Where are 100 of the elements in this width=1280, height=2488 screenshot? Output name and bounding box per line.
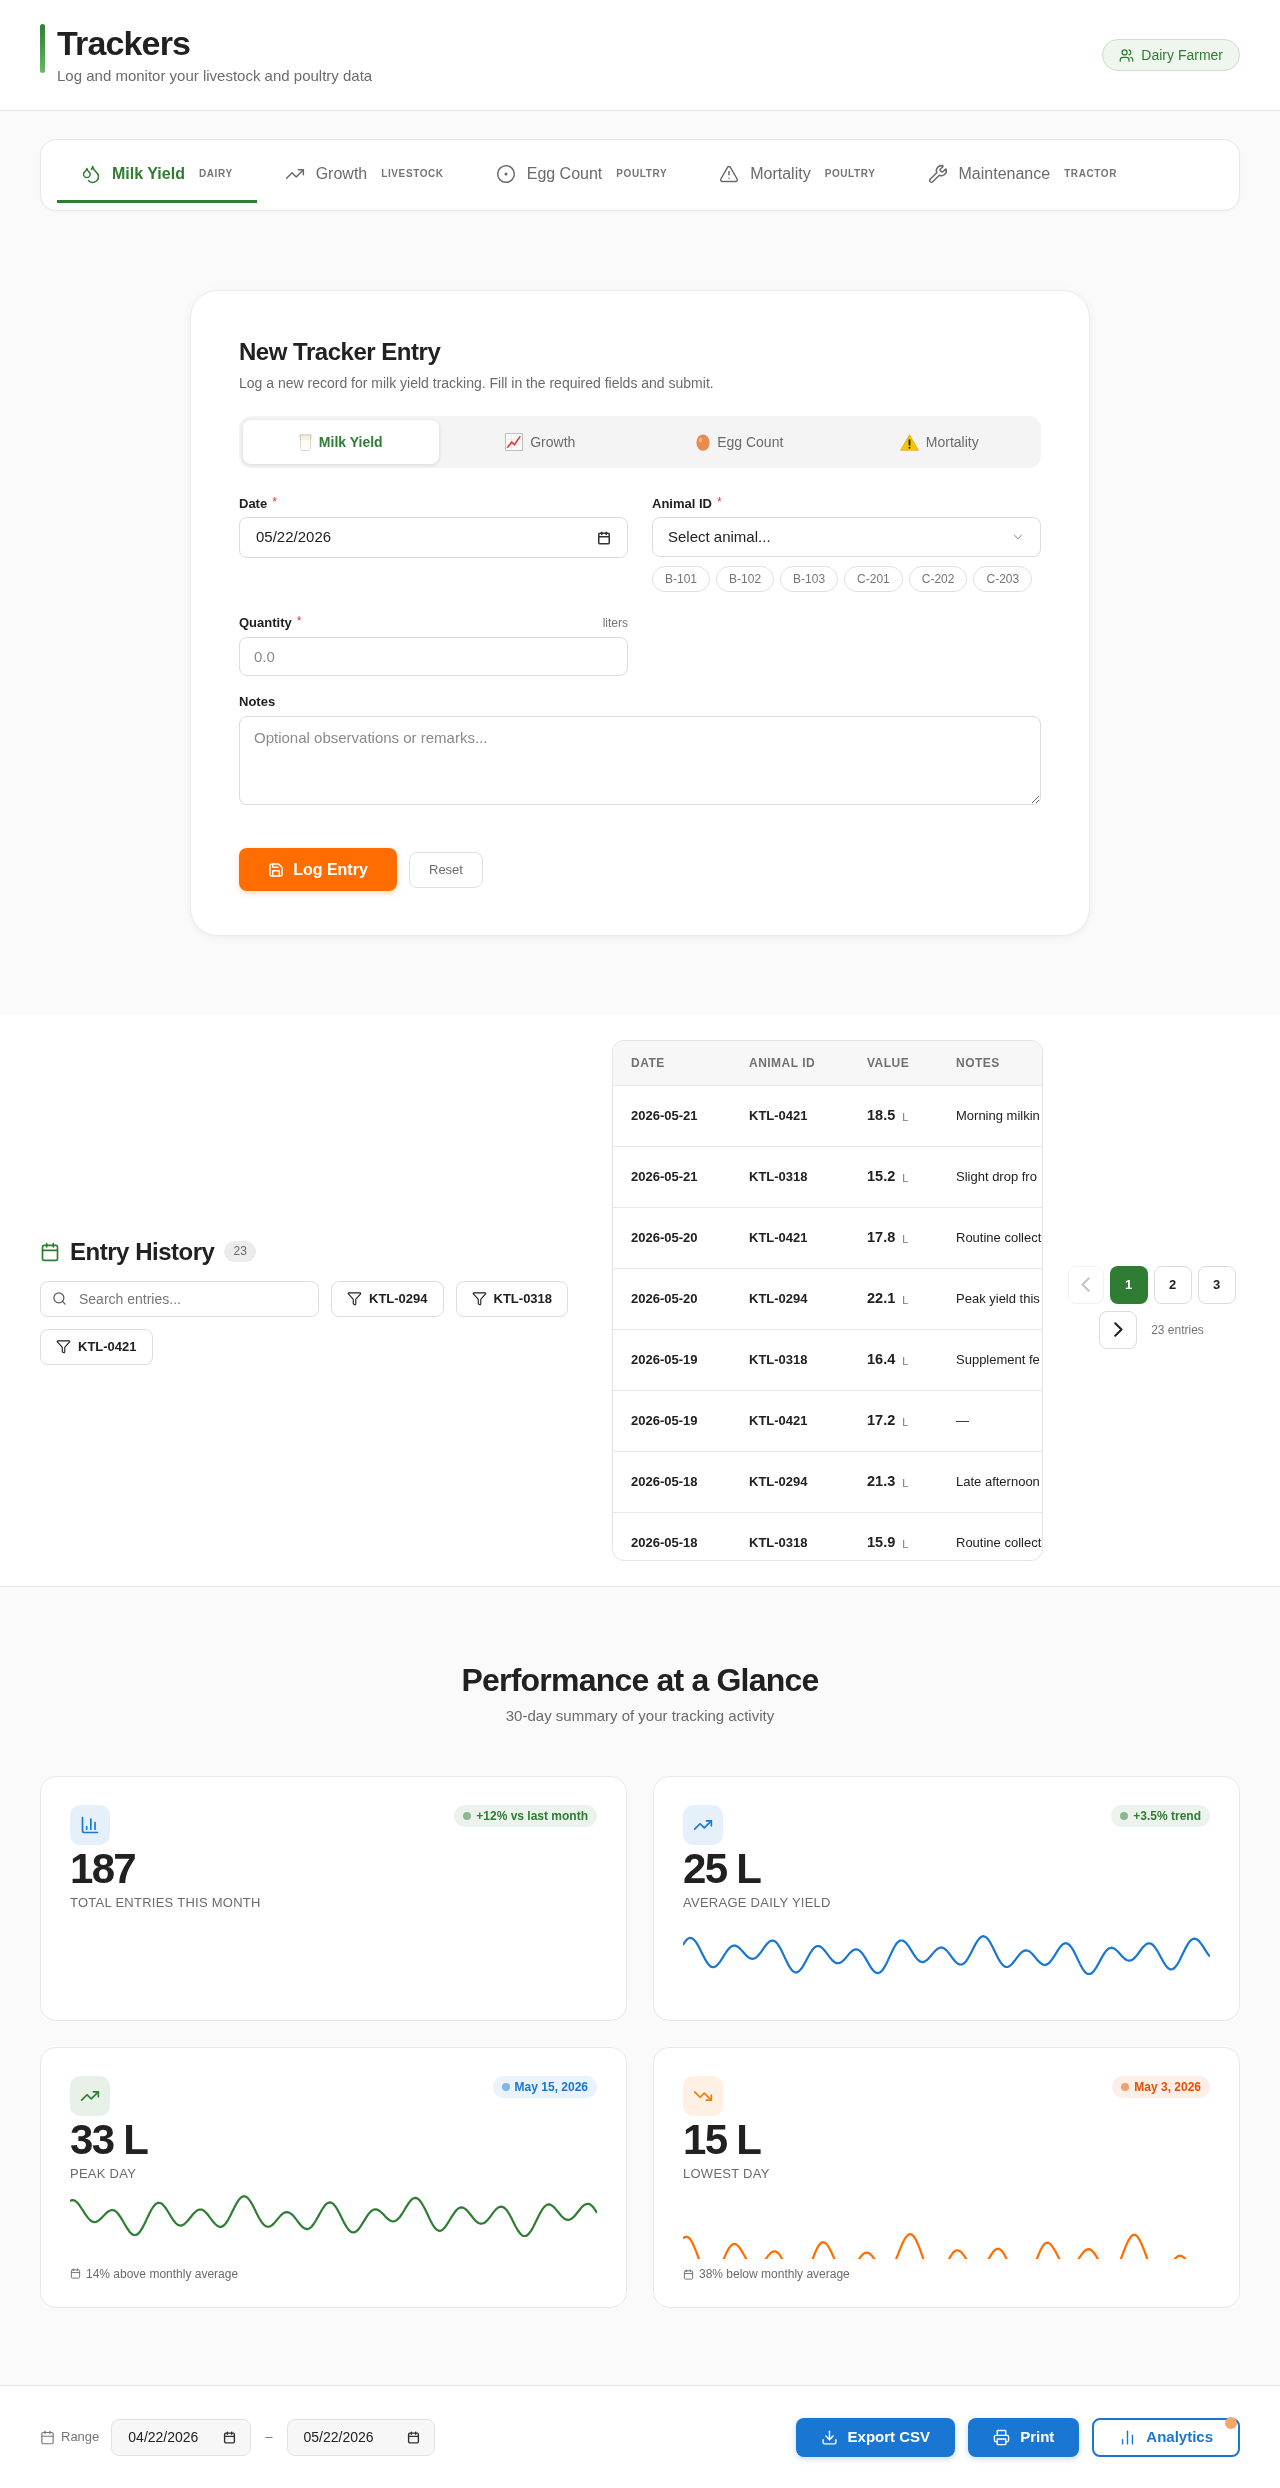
tracker-tab[interactable]: Maintenance TRACTOR [903,147,1142,203]
warning-icon [719,163,740,184]
type-tab[interactable]: Growth [442,420,638,464]
page-button[interactable]: 2 [1153,1265,1192,1304]
field-label: Notes [239,693,276,712]
table-cell-text: Late afternoon [955,1473,1041,1492]
table-cell-text: KTL-0294 [748,1473,809,1492]
stat-label: LOWEST DAY [683,2166,771,2182]
chevron-right-icon [1113,1322,1123,1337]
table-cell-text: Peak yield this [955,1290,1041,1309]
filter-chip[interactable]: KTL-0294 [331,1280,444,1317]
funnel-icon [56,1339,71,1354]
animal-select[interactable]: Select animal... [652,517,1041,557]
date-field[interactable]: 04/22/2026 [111,2418,252,2456]
section-title: Entry History [70,1236,215,1267]
date-field[interactable]: 05/22/2026 [286,2418,435,2456]
animal-chip[interactable]: B-103 [780,566,839,592]
page-subtitle: Log and monitor your livestock and poultry data [57,66,373,86]
table-cell-text: 21.3 L [866,1472,910,1492]
date-field[interactable]: 05/22/2026 [239,517,628,558]
page-button[interactable]: 3 [1197,1265,1236,1304]
trend-text: +3.5% trend [1133,1808,1201,1825]
type-tab[interactable]: Milk Yield [243,420,439,464]
section-title: Performance at a Glance [460,1661,820,1699]
warning-icon [899,433,919,451]
required-mark: * [716,496,722,508]
stat-label: PEAK DAY [70,2166,138,2182]
stat-value: 15 L [683,2119,762,2161]
wrench-icon [927,163,948,184]
log-entry-button[interactable]: Log Entry [239,848,397,891]
page-button[interactable]: 1 [1109,1265,1148,1304]
table-cell-text: 15.9 L [866,1533,910,1553]
table-cell-text: Routine collect [955,1534,1042,1553]
action-button[interactable]: Print [968,2417,1080,2457]
stat-value: 187 [70,1848,137,1890]
action-button[interactable]: Analytics [1092,2417,1240,2457]
stat-value: 33 L [70,2119,149,2161]
table-cell-text: KTL-0294 [748,1290,809,1309]
table-cell-text: KTL-0318 [748,1534,809,1553]
tracker-tab[interactable]: Egg Count POULTRY [471,147,692,203]
next-page-button[interactable] [1099,1310,1138,1349]
column-header: ANIMAL ID [748,1055,817,1072]
trend-text: May 3, 2026 [1134,2079,1201,2096]
entries-count: 23 entries [1151,1321,1204,1339]
field-label: Date [239,495,268,514]
table-cell-text: Supplement fe [955,1351,1041,1370]
table-cell-text: Slight drop fro [955,1168,1038,1187]
table-cell-text: Routine collect [955,1229,1042,1248]
tracker-tab[interactable]: Growth LIVESTOCK [260,147,468,203]
table-cell-text: 2026-05-19 [630,1412,699,1431]
users-icon [1119,47,1135,63]
notes-textarea[interactable]: Optional observations or remarks... [239,716,1041,805]
table-cell-text: KTL-0421 [748,1412,809,1431]
reset-button[interactable]: Reset [409,851,483,888]
calendar-icon [40,1241,60,1262]
column-header: DATE [630,1055,666,1072]
quantity-input[interactable]: 0.0 [239,637,628,676]
animal-chip[interactable]: C-203 [973,566,1033,592]
range-label: Range [61,2428,100,2447]
trend-text: May 15, 2026 [514,2079,588,2096]
animal-chip[interactable]: B-101 [652,566,711,592]
table-cell-text: KTL-0421 [748,1107,809,1126]
table-cell-text: 18.5 L [866,1106,910,1126]
trend-text: +12% vs last month [476,1808,588,1825]
column-header: VALUE [866,1055,911,1072]
table-cell-text: KTL-0318 [748,1351,809,1370]
funnel-icon [471,1291,487,1306]
accent-bar [40,24,45,73]
funnel-icon [347,1291,362,1306]
calendar-icon [406,2430,420,2444]
table-cell-text: 17.8 L [866,1228,910,1248]
table-cell-text: 22.1 L [866,1289,910,1309]
tracker-tab[interactable]: Milk Yield DAIRY [57,147,257,203]
stat-label: AVERAGE DAILY YIELD [683,1895,832,1911]
animal-chip[interactable]: B-102 [716,566,775,592]
action-button[interactable]: Export CSV [795,2417,956,2457]
droplets-icon [81,163,101,184]
column-header: NOTES [955,1055,1001,1072]
save-icon [268,861,285,878]
tracker-tab[interactable]: Mortality POULTRY [695,147,900,203]
filter-chip[interactable]: KTL-0421 [40,1328,153,1365]
table-cell-text: KTL-0421 [748,1229,809,1248]
animal-chip[interactable]: C-202 [908,566,968,592]
calendar-icon [597,530,611,545]
calendar-icon [683,2268,694,2280]
table-cell-text: KTL-0318 [748,1168,809,1187]
form-title: New Tracker Entry [239,337,442,367]
search-input[interactable]: Search entries... [40,1280,319,1317]
footnote-text: 14% above monthly average [86,2266,239,2282]
table-cell-text: 2026-05-21 [630,1107,699,1126]
count-badge: 23 [224,1241,256,1262]
animal-chip[interactable]: C-201 [844,566,903,592]
table-cell-text: — [955,1412,970,1431]
filter-chip[interactable]: KTL-0318 [455,1280,569,1317]
egg-icon [696,433,711,451]
table-cell-text: Morning milkin [955,1107,1041,1126]
table-cell-text: 2026-05-21 [630,1168,699,1187]
type-tab[interactable]: Mortality [841,420,1037,464]
type-tab[interactable]: Egg Count [642,420,838,464]
form-subtitle: Log a new record for milk yield tracking. Fill in the required fields and submit. [239,374,715,393]
